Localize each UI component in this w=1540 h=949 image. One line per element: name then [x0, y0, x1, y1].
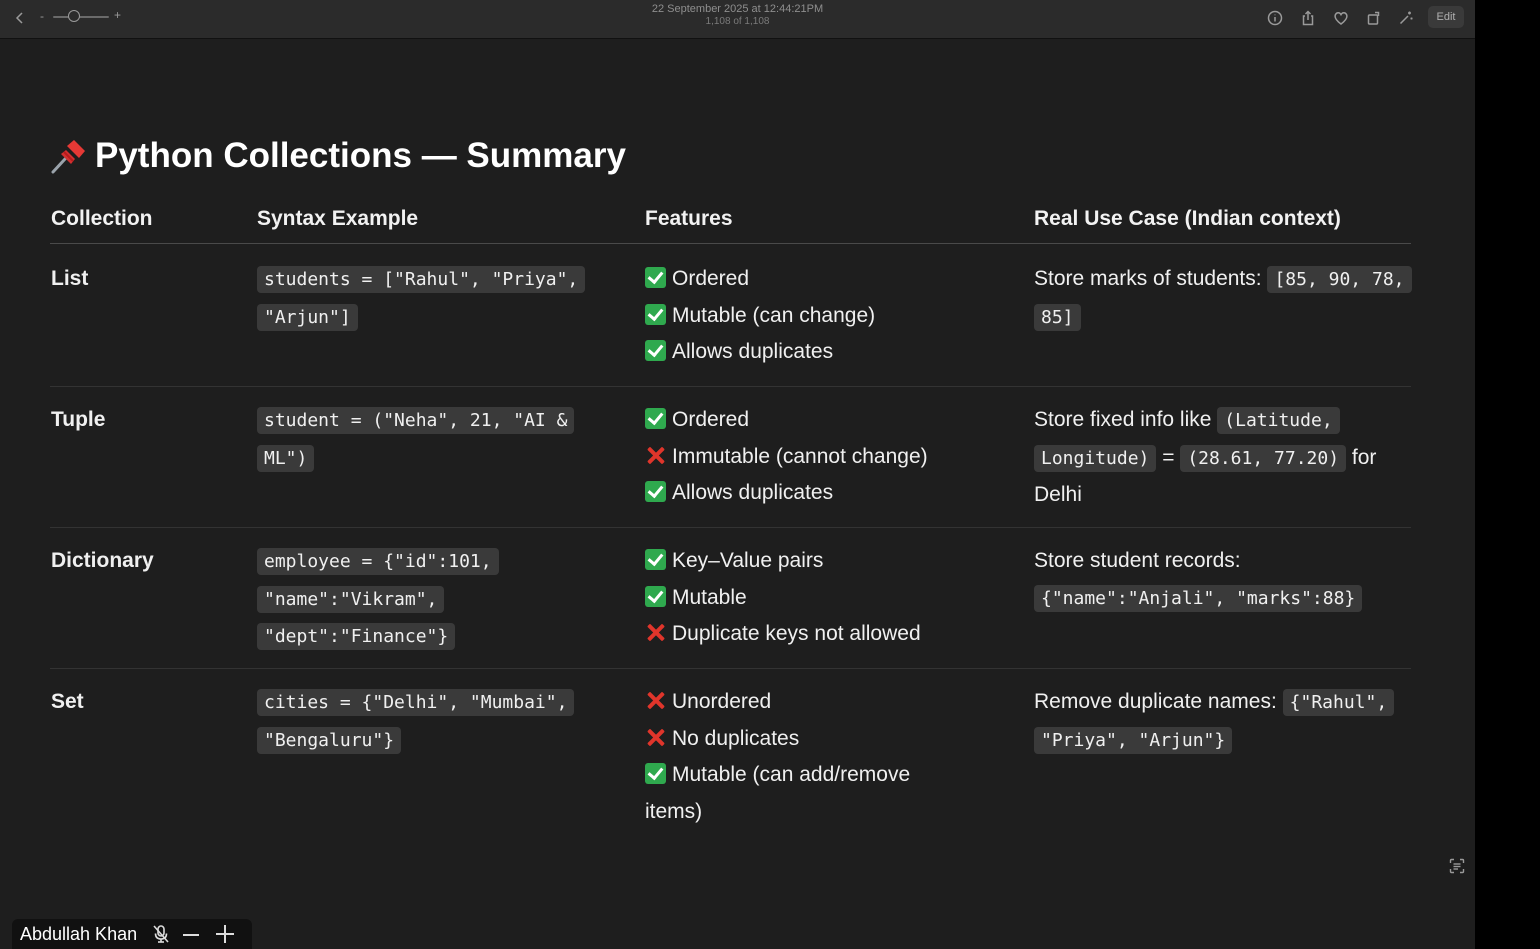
header-divider — [50, 243, 1411, 244]
viewer-toolbar: - + 22 September 2025 at 12:44:21PM 1,10… — [0, 0, 1475, 39]
cross-mark-icon — [645, 727, 666, 748]
features-cell: Key–Value pairs Mutable Duplicate keys n… — [645, 543, 1005, 653]
row-divider — [50, 527, 1411, 528]
participant-tile: Abdullah Khan — [12, 919, 252, 949]
rotate-icon[interactable] — [1364, 8, 1384, 28]
header-use-case: Real Use Case (Indian context) — [1034, 207, 1341, 230]
photo-viewer: - + 22 September 2025 at 12:44:21PM 1,10… — [0, 0, 1475, 949]
check-mark-icon — [645, 585, 666, 607]
edit-button[interactable]: Edit — [1428, 6, 1464, 28]
collection-name: Dictionary — [51, 549, 154, 572]
syntax-code: students = ["Rahul", "Priya", "Arjun"] — [257, 266, 586, 331]
row-divider — [50, 386, 1411, 387]
header-collection: Collection — [51, 207, 153, 230]
syntax-cell: student = ("Neha", 21, "AI & ML") — [257, 402, 602, 477]
check-mark-icon — [645, 481, 666, 502]
syntax-cell: cities = {"Delhi", "Mumbai", "Bengaluru"… — [257, 684, 602, 759]
feature-text: Ordered — [672, 267, 750, 290]
use-case-code-2: (28.61, 77.20) — [1180, 444, 1347, 472]
use-case-code: {"name":"Anjali", "marks":88} — [1034, 584, 1363, 612]
cross-mark-icon — [645, 690, 666, 711]
use-case-cell: Store student records: {"name":"Anjali",… — [1034, 543, 1414, 617]
use-case-text: Remove duplicate names: — [1034, 690, 1277, 713]
check-mark-icon — [645, 303, 666, 325]
header-features: Features — [645, 207, 733, 230]
feature-text: Mutable — [672, 585, 747, 609]
header-syntax: Syntax Example — [257, 207, 419, 230]
syntax-code: student = ("Neha", 21, "AI & ML") — [257, 407, 575, 472]
collection-name: List — [51, 267, 89, 290]
use-case-text: Store marks of students: — [1034, 267, 1262, 290]
share-icon[interactable] — [1298, 8, 1318, 28]
info-icon[interactable] — [1265, 8, 1285, 28]
feature-item: Allows duplicates — [645, 334, 1005, 371]
pushpin-icon — [50, 137, 88, 175]
feature-item: Ordered — [645, 261, 1005, 298]
use-case-cell: Store marks of students: [85, 90, 78, 85… — [1034, 261, 1414, 336]
features-cell: Unordered No duplicates Mutable (can add… — [645, 684, 945, 830]
collection-name: Tuple — [51, 408, 106, 431]
feature-item: Immutable (cannot change) — [645, 439, 1005, 476]
feature-item: Allows duplicates — [645, 475, 1005, 512]
row-divider — [50, 668, 1411, 669]
photo-date: 22 September 2025 at 12:44:21PM — [651, 3, 824, 15]
syntax-cell: employee = {"id":101, "name":"Vikram", "… — [257, 543, 517, 656]
syntax-code: cities = {"Delhi", "Mumbai", "Bengaluru"… — [257, 689, 575, 754]
feature-text: Mutable (can add/remove items) — [645, 763, 911, 823]
heart-icon[interactable] — [1331, 8, 1351, 28]
magic-wand-icon[interactable] — [1396, 8, 1416, 28]
participant-name: Abdullah Khan — [20, 923, 138, 944]
syntax-cell: students = ["Rahul", "Priya", "Arjun"] — [257, 261, 602, 336]
use-case-mid: = — [1162, 445, 1175, 469]
feature-text: No duplicates — [672, 726, 800, 750]
feature-text: Unordered — [672, 690, 772, 713]
feature-text: Key–Value pairs — [672, 549, 824, 572]
feature-item: Mutable — [645, 580, 1005, 617]
feature-text: Immutable (cannot change) — [672, 444, 928, 468]
feature-item: Duplicate keys not allowed — [645, 616, 1005, 653]
use-case-text: Store fixed info like — [1034, 408, 1212, 431]
photo-count: 1,108 of 1,108 — [705, 16, 770, 27]
feature-text: Ordered — [672, 408, 750, 431]
feature-text: Allows duplicates — [672, 481, 834, 504]
check-mark-icon — [645, 408, 666, 429]
check-mark-icon — [645, 267, 666, 288]
feature-item: Key–Value pairs — [645, 543, 1005, 580]
mic-muted-icon[interactable] — [151, 924, 171, 944]
features-cell: Ordered Mutable (can change) Allows dupl… — [645, 261, 1005, 371]
use-case-text: Store student records: — [1034, 549, 1241, 572]
expand-icon[interactable] — [215, 924, 235, 944]
feature-item: Ordered — [645, 402, 1005, 439]
feature-item: No duplicates — [645, 721, 945, 758]
cross-mark-icon — [645, 445, 666, 466]
feature-item: Mutable (can change) — [645, 298, 1005, 335]
feature-text: Allows duplicates — [672, 340, 834, 363]
feature-item: Mutable (can add/remove items) — [645, 757, 945, 830]
photo-title: 22 September 2025 at 12:44:21PM 1,108 of… — [0, 3, 1475, 28]
collection-name: Set — [51, 690, 84, 713]
minimize-icon[interactable] — [181, 924, 201, 944]
feature-text: Mutable (can change) — [672, 303, 876, 327]
slide-title-text: Python Collections — Summary — [95, 136, 626, 175]
check-mark-icon — [645, 549, 666, 570]
syntax-code: employee = {"id":101, "name":"Vikram", "… — [257, 548, 499, 650]
cross-mark-icon — [645, 622, 666, 643]
feature-item: Unordered — [645, 684, 945, 721]
check-mark-icon — [645, 340, 666, 361]
slide-title: Python Collections — Summary — [50, 136, 626, 176]
feature-text: Duplicate keys not allowed — [672, 622, 921, 645]
features-cell: Ordered Immutable (cannot change) Allows… — [645, 402, 1005, 512]
use-case-cell: Store fixed info like (Latitude, Longitu… — [1034, 402, 1414, 514]
check-mark-icon — [645, 763, 666, 784]
live-text-icon[interactable] — [1449, 858, 1465, 874]
use-case-cell: Remove duplicate names: {"Rahul", "Priya… — [1034, 684, 1414, 759]
